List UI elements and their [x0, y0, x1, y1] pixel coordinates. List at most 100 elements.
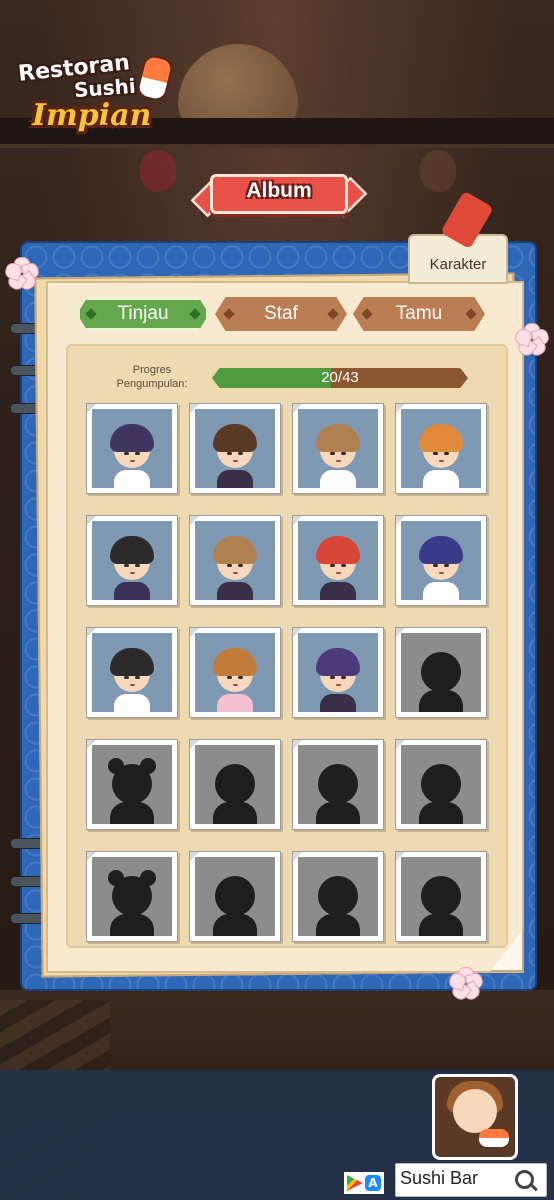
silhouette-head — [421, 876, 461, 916]
search-text: Sushi Bar — [400, 1168, 479, 1188]
character-card[interactable] — [395, 515, 487, 606]
character-portrait — [401, 409, 481, 488]
card-corner — [87, 740, 96, 749]
character-mouth — [336, 572, 341, 574]
silhouette-head — [318, 876, 358, 916]
character-card[interactable] — [86, 403, 178, 494]
locked-character-card[interactable] — [86, 739, 178, 830]
sakura-icon — [513, 322, 551, 359]
character-figure — [203, 524, 267, 600]
character-hair — [419, 536, 463, 564]
character-figure — [306, 412, 370, 488]
character-card[interactable] — [189, 515, 281, 606]
character-portrait — [298, 745, 378, 824]
character-eye — [341, 452, 346, 455]
character-eye — [330, 452, 335, 455]
character-body — [217, 694, 253, 712]
progress-label: Progres Pengumpulan: — [104, 363, 200, 391]
character-card[interactable] — [292, 403, 384, 494]
character-silhouette — [413, 640, 469, 712]
character-body — [423, 582, 459, 600]
character-figure — [100, 636, 164, 712]
locked-character-card[interactable] — [395, 739, 487, 830]
card-corner — [190, 740, 199, 749]
tab-staf[interactable]: Staf — [215, 297, 347, 331]
locked-character-card[interactable] — [189, 851, 281, 942]
lantern-decoration — [140, 150, 176, 192]
character-portrait — [298, 633, 378, 712]
character-eye — [227, 564, 232, 567]
character-portrait — [92, 409, 172, 488]
app-store-icon: A — [365, 1175, 381, 1191]
character-eye — [444, 564, 449, 567]
silhouette-body — [419, 690, 463, 712]
character-card[interactable] — [395, 403, 487, 494]
character-figure — [203, 412, 267, 488]
tab-tinjau[interactable]: Tinjau — [77, 297, 209, 331]
progress-label-line-1: Progres — [132, 364, 172, 376]
character-silhouette — [104, 864, 160, 936]
tab-label: Tinjau — [117, 303, 169, 324]
character-eye — [341, 564, 346, 567]
store-badges[interactable]: A — [344, 1172, 384, 1194]
character-eye — [238, 564, 243, 567]
character-figure — [100, 412, 164, 488]
character-silhouette — [413, 752, 469, 824]
locked-character-card[interactable] — [86, 851, 178, 942]
character-eye — [238, 452, 243, 455]
character-card[interactable] — [292, 627, 384, 718]
character-portrait — [401, 633, 481, 712]
character-portrait — [195, 857, 275, 936]
character-eye — [135, 452, 140, 455]
locked-character-card[interactable] — [189, 739, 281, 830]
character-portrait — [195, 521, 275, 600]
character-body — [114, 470, 150, 488]
character-figure — [203, 636, 267, 712]
search-bar[interactable]: Sushi Bar — [395, 1163, 547, 1197]
character-card[interactable] — [86, 515, 178, 606]
card-corner — [293, 628, 302, 637]
card-corner — [293, 852, 302, 861]
character-mouth — [336, 684, 341, 686]
sushi-icon — [479, 1129, 509, 1147]
search-icon[interactable] — [515, 1170, 534, 1189]
locked-character-card[interactable] — [395, 851, 487, 942]
locked-character-card[interactable] — [395, 627, 487, 718]
silhouette-body — [110, 914, 154, 936]
character-figure — [306, 636, 370, 712]
character-mouth — [233, 460, 238, 462]
character-eye — [444, 452, 449, 455]
locked-character-card[interactable] — [292, 851, 384, 942]
card-corner — [87, 404, 96, 413]
card-corner — [87, 516, 96, 525]
tab-label: Tamu — [395, 303, 443, 324]
character-portrait — [92, 857, 172, 936]
character-body — [217, 470, 253, 488]
page-title: Album — [246, 179, 312, 202]
character-mouth — [233, 684, 238, 686]
promo-character-button[interactable] — [432, 1074, 518, 1160]
card-corner — [190, 628, 199, 637]
card-corner — [293, 404, 302, 413]
google-play-icon — [347, 1175, 363, 1191]
character-eye — [433, 452, 438, 455]
character-silhouette — [310, 752, 366, 824]
character-card[interactable] — [189, 627, 281, 718]
character-card[interactable] — [189, 403, 281, 494]
character-card[interactable] — [292, 515, 384, 606]
silhouette-body — [316, 914, 360, 936]
character-hair — [110, 536, 154, 564]
character-card[interactable] — [86, 627, 178, 718]
character-eye — [135, 564, 140, 567]
character-eye — [124, 564, 129, 567]
character-figure — [100, 524, 164, 600]
silhouette-head — [421, 764, 461, 804]
silhouette-body — [419, 802, 463, 824]
locked-character-card[interactable] — [292, 739, 384, 830]
character-body — [320, 582, 356, 600]
tab-tamu[interactable]: Tamu — [353, 297, 485, 331]
character-portrait — [195, 745, 275, 824]
character-portrait — [298, 409, 378, 488]
sushi-icon — [135, 53, 175, 103]
character-portrait — [401, 521, 481, 600]
